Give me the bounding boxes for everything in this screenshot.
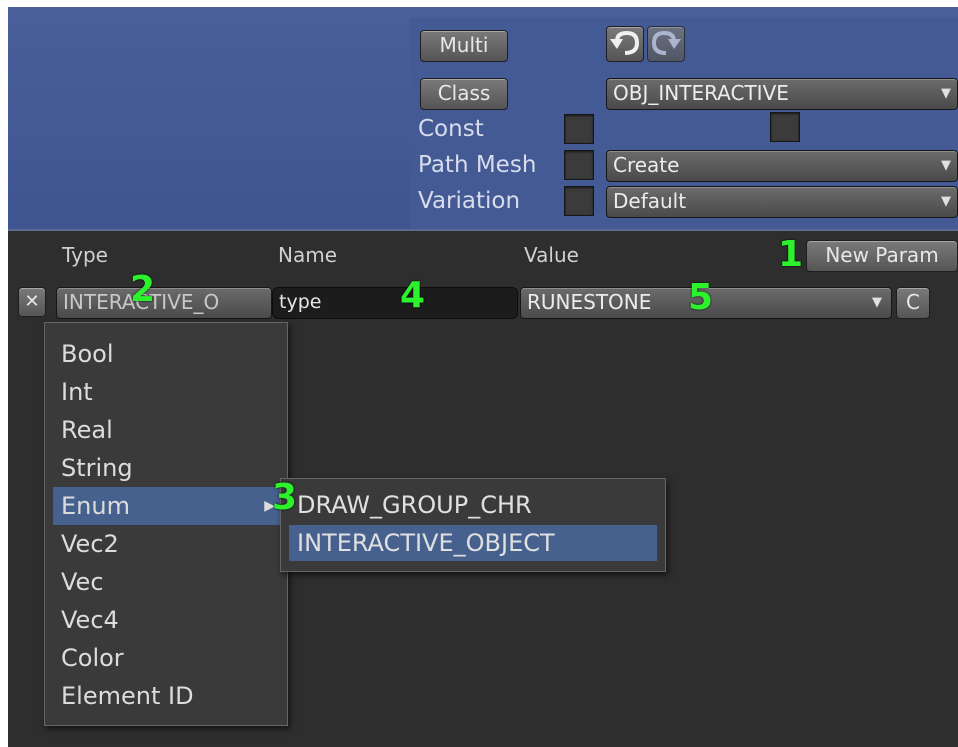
type-menu: Bool Int Real String Enum ▶ Vec2 Vec Vec… (44, 322, 288, 726)
chevron-down-icon: ▼ (941, 86, 951, 101)
variation-label: Variation (418, 188, 521, 214)
callout-3: 3 (272, 477, 298, 518)
redo-button[interactable] (647, 26, 685, 62)
path-mesh-dropdown-value: Create (613, 153, 680, 177)
param-name-input[interactable]: type (272, 287, 518, 319)
redo-icon (651, 30, 681, 55)
undo-button[interactable] (606, 26, 644, 62)
remove-param-button[interactable]: ✕ (18, 287, 46, 317)
callout-4: 4 (400, 275, 426, 316)
menu-item-int[interactable]: Int (53, 373, 93, 411)
multi-button[interactable]: Multi (420, 30, 508, 62)
enum-submenu: DRAW_GROUP_CHR INTERACTIVE_OBJECT (280, 478, 666, 572)
menu-item-real[interactable]: Real (53, 411, 113, 449)
menu-item-vec[interactable]: Vec (53, 563, 104, 601)
variation-checkbox[interactable] (564, 186, 594, 216)
const-label: Const (418, 116, 484, 142)
callout-5: 5 (688, 277, 714, 318)
chevron-down-icon: ▼ (872, 295, 882, 310)
menu-item-bool[interactable]: Bool (53, 335, 114, 373)
class-dropdown-value: OBJ_INTERACTIVE (613, 81, 789, 105)
menu-item-element-id[interactable]: Element ID (53, 677, 194, 715)
undo-icon (610, 30, 640, 55)
menu-item-enum-label: Enum (61, 492, 130, 520)
class-dropdown[interactable]: OBJ_INTERACTIVE (606, 78, 958, 110)
column-header-value: Value (524, 243, 579, 267)
submenu-item-interactive-object[interactable]: INTERACTIVE_OBJECT (289, 525, 657, 561)
new-param-button[interactable]: New Param (806, 240, 958, 272)
menu-item-vec2[interactable]: Vec2 (53, 525, 119, 563)
const-value-checkbox[interactable] (770, 112, 800, 142)
param-value-value: RUNESTONE (527, 290, 652, 314)
param-name-value: type (279, 291, 322, 313)
path-mesh-label: Path Mesh (418, 152, 537, 178)
path-mesh-dropdown[interactable]: Create (606, 150, 958, 182)
const-checkbox[interactable] (564, 114, 594, 144)
column-header-type: Type (62, 243, 108, 267)
menu-item-enum[interactable]: Enum ▶ (53, 487, 285, 525)
chevron-down-icon: ▼ (941, 194, 951, 209)
menu-item-vec4[interactable]: Vec4 (53, 601, 119, 639)
param-type-dropdown[interactable]: INTERACTIVE_O (56, 287, 272, 319)
menu-item-string[interactable]: String (53, 449, 133, 487)
path-mesh-checkbox[interactable] (564, 150, 594, 180)
class-button[interactable]: Class (420, 78, 508, 110)
chevron-down-icon: ▼ (941, 158, 951, 173)
variation-dropdown[interactable]: Default (606, 186, 958, 218)
callout-1: 1 (778, 234, 804, 275)
submenu-item-draw-group-chr[interactable]: DRAW_GROUP_CHR (289, 487, 657, 523)
callout-2: 2 (130, 269, 156, 310)
menu-item-color[interactable]: Color (53, 639, 124, 677)
column-header-name: Name (278, 243, 338, 267)
variation-dropdown-value: Default (613, 189, 687, 213)
clear-value-button[interactable]: C (896, 287, 930, 319)
